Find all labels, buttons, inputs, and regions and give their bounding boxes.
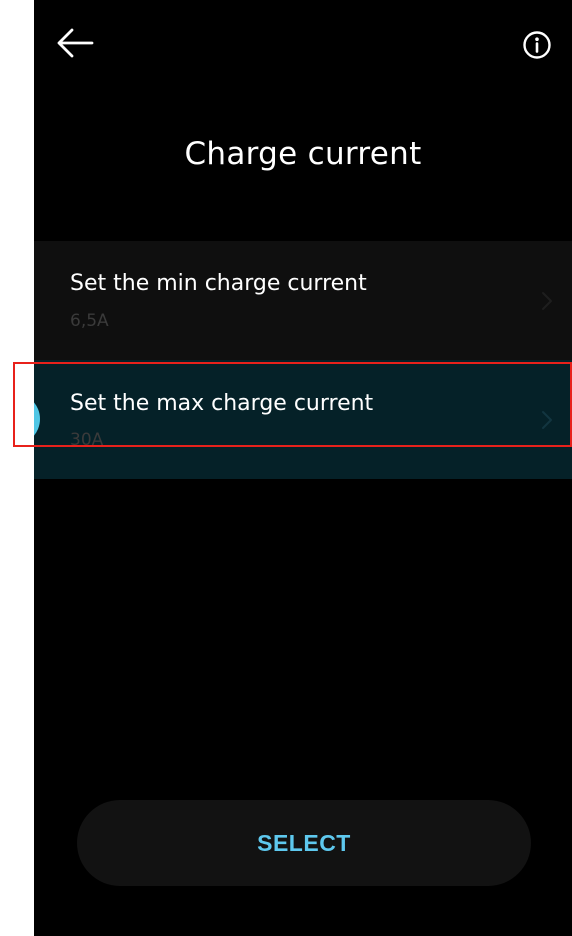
- selection-indicator: [34, 393, 40, 445]
- info-circle-icon: [523, 31, 551, 59]
- select-button[interactable]: SELECT: [77, 800, 531, 886]
- max-charge-current-row[interactable]: Set the max charge current 30A: [34, 360, 572, 479]
- max-charge-current-value: 30A: [70, 430, 104, 450]
- max-charge-current-label: Set the max charge current: [70, 391, 374, 416]
- info-button[interactable]: [518, 26, 556, 64]
- min-charge-current-row[interactable]: Set the min charge current 6,5A: [34, 241, 572, 360]
- chevron-right-icon: [542, 411, 552, 429]
- arrow-left-icon: [57, 28, 94, 58]
- app-screen: Charge current Set the min charge curren…: [34, 0, 572, 936]
- back-button[interactable]: [54, 24, 96, 62]
- min-charge-current-value: 6,5A: [70, 311, 109, 331]
- min-charge-current-label: Set the min charge current: [70, 271, 367, 296]
- page-title: Charge current: [184, 136, 422, 172]
- chevron-right-icon: [542, 292, 552, 310]
- settings-list: Set the min charge current 6,5A Set the …: [34, 241, 572, 479]
